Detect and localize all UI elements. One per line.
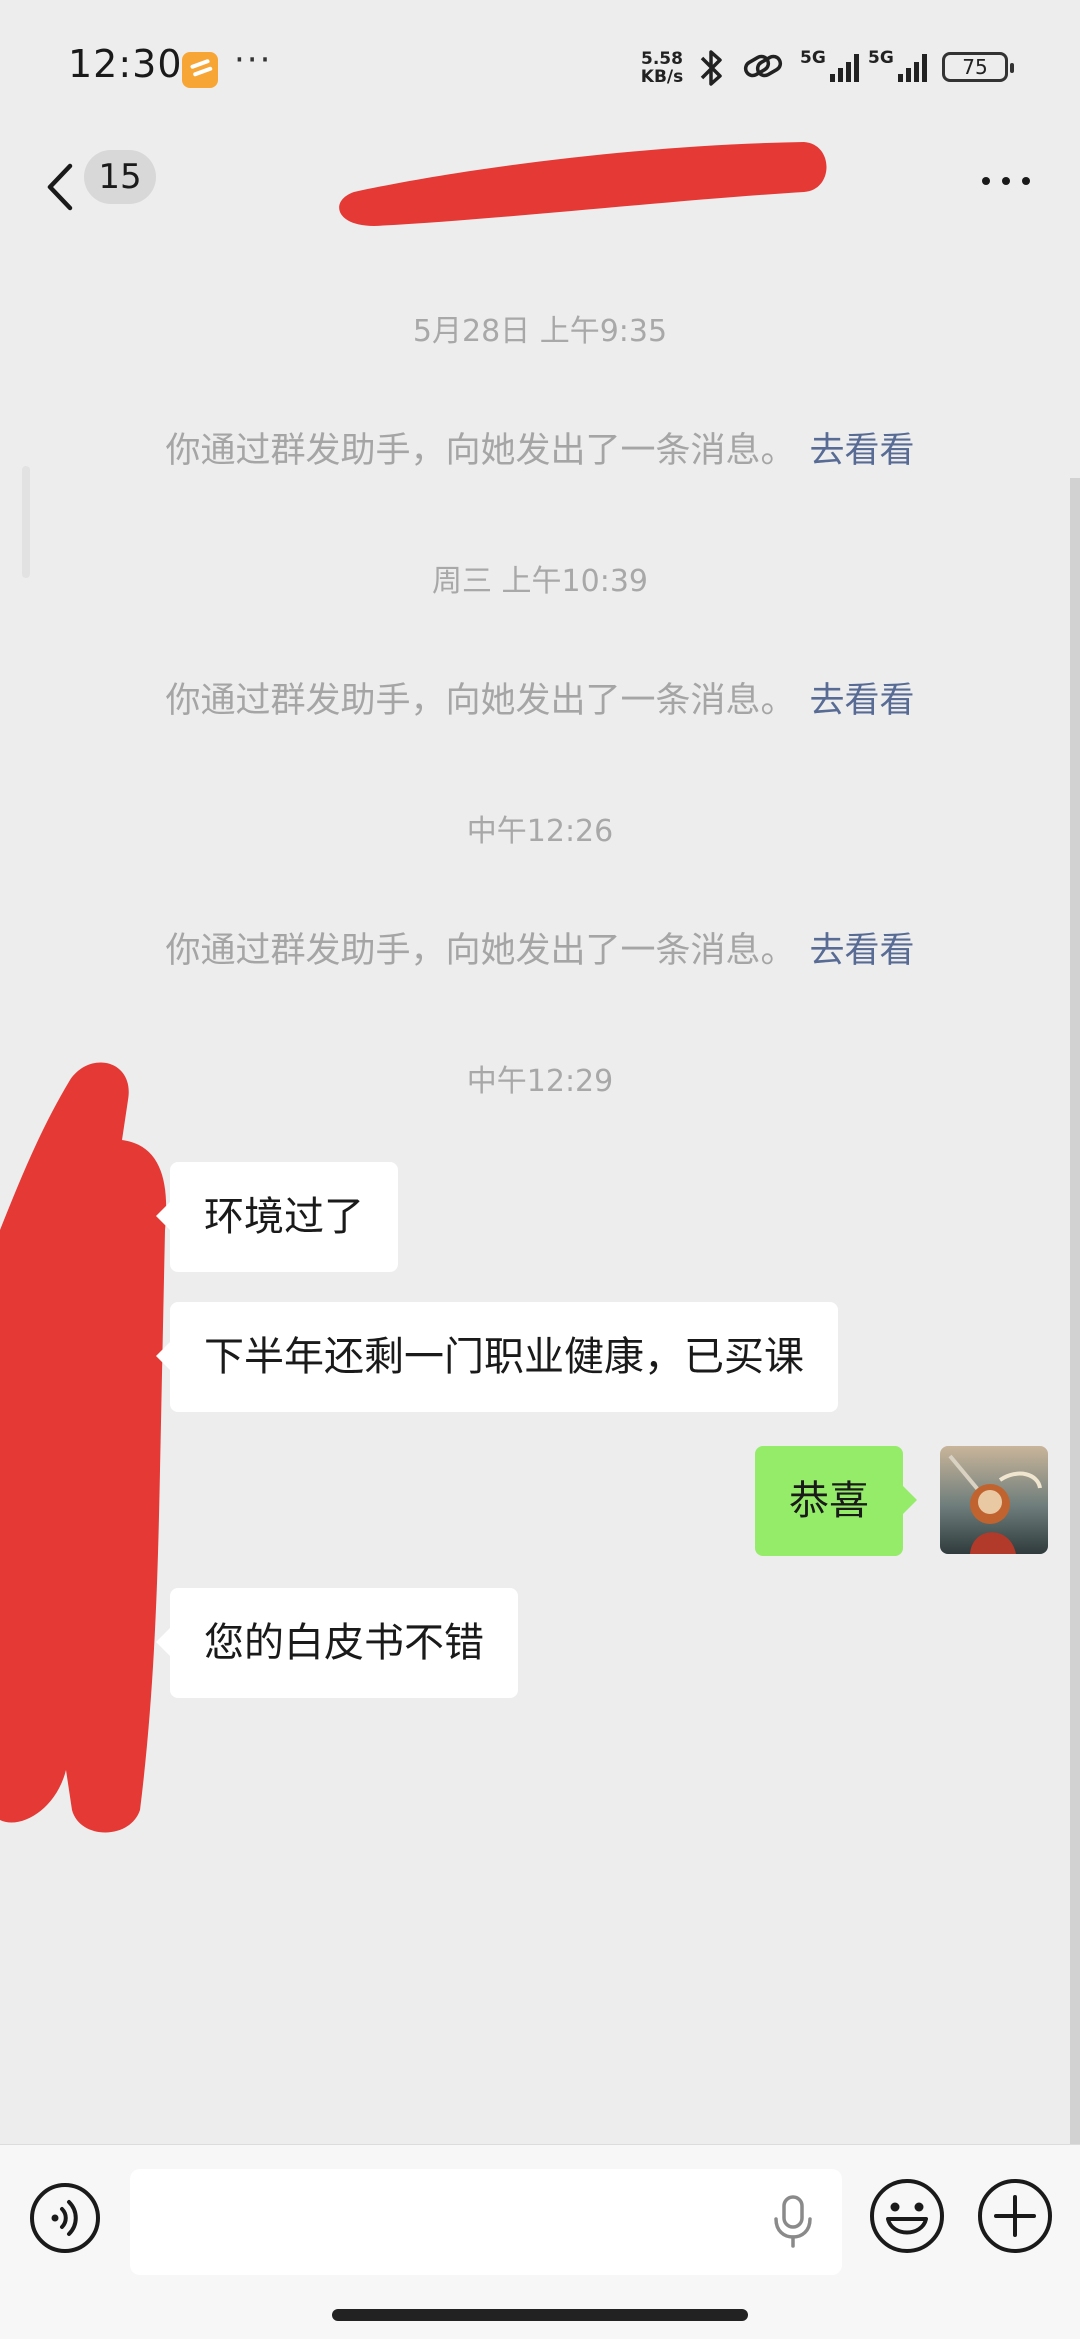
network-speed-value: 5.58 xyxy=(641,49,683,69)
self-avatar[interactable] xyxy=(940,1446,1048,1554)
system-message: 你通过群发助手，向她发出了一条消息。 去看看 xyxy=(0,422,1080,473)
message-input[interactable] xyxy=(130,2169,842,2275)
contact-avatar-redaction xyxy=(0,1062,167,1833)
view-link[interactable]: 去看看 xyxy=(810,931,915,971)
home-indicator[interactable] xyxy=(332,2309,748,2321)
received-message-bubble[interactable]: 您的白皮书不错 xyxy=(156,1588,518,1698)
message-timestamp: 周三 上午10:39 xyxy=(432,564,648,599)
signal-2-icon: 5G xyxy=(868,48,934,84)
system-message: 你通过群发助手，向她发出了一条消息。 去看看 xyxy=(0,922,1080,973)
battery-indicator: 75 xyxy=(942,52,1014,82)
system-message-text: 你通过群发助手，向她发出了一条消息。 xyxy=(165,431,796,471)
chat-info-more-icon[interactable] xyxy=(976,156,1036,206)
contact-name-redaction xyxy=(339,142,827,226)
chat-header: 15 xyxy=(0,130,1080,245)
system-message-text: 你通过群发助手，向她发出了一条消息。 xyxy=(165,931,796,971)
app-notification-icon xyxy=(182,52,218,88)
scrollbar[interactable] xyxy=(1070,478,1080,2144)
chat-input-bar xyxy=(0,2144,1080,2339)
status-time: 12:30 xyxy=(68,42,183,86)
sent-message-bubble[interactable]: 恭喜 xyxy=(755,1446,917,1556)
link-icon xyxy=(743,54,783,78)
system-message-text: 你通过群发助手，向她发出了一条消息。 xyxy=(165,681,796,721)
received-message-bubble[interactable]: 下半年还剩一门职业健康，已买课 xyxy=(156,1302,838,1412)
system-message: 你通过群发助手，向她发出了一条消息。 去看看 xyxy=(0,672,1080,723)
emoji-icon[interactable] xyxy=(868,2177,946,2255)
network-speed-unit: KB/s xyxy=(640,67,684,87)
add-more-icon[interactable] xyxy=(976,2177,1054,2255)
message-timestamp: 5月28日 上午9:35 xyxy=(412,314,668,349)
unread-count-badge[interactable]: 15 xyxy=(84,150,156,204)
status-bar: 12:30 ··· 5.58 KB/s 5G 5G 75 xyxy=(0,0,1080,130)
bluetooth-icon xyxy=(700,50,722,86)
status-more-icon: ··· xyxy=(234,40,273,80)
message-timestamp: 中午12:26 xyxy=(466,814,614,849)
voice-mode-icon[interactable] xyxy=(28,2181,102,2255)
view-link[interactable]: 去看看 xyxy=(810,431,915,471)
microphone-icon[interactable] xyxy=(770,2193,816,2249)
received-message-bubble[interactable]: 环境过了 xyxy=(156,1162,398,1272)
network-speed: 5.58 KB/s xyxy=(636,50,688,86)
signal-1-icon: 5G xyxy=(800,48,866,84)
back-arrow-icon[interactable] xyxy=(36,152,86,222)
view-link[interactable]: 去看看 xyxy=(810,681,915,721)
